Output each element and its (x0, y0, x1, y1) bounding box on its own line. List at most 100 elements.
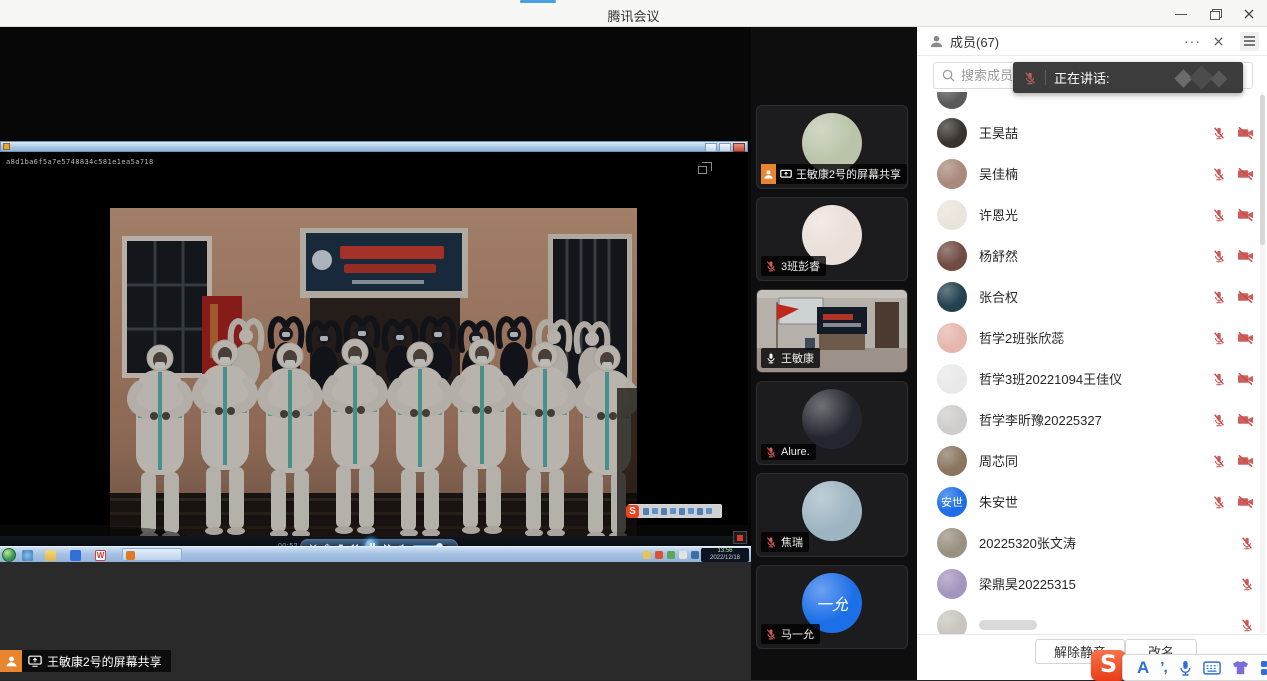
share-banner: 王敏康2号的屏幕共享 (0, 650, 171, 672)
screen-share-view: a8d1ba6f5a7e5748834c581e1ea5a718 (0, 27, 751, 680)
members-title: 成员(67) (950, 32, 999, 51)
app-titlebar: 腾讯会议 (0, 0, 1267, 27)
mic-muted-icon (1212, 331, 1226, 345)
members-icon (929, 34, 944, 49)
ime-letter-icon[interactable]: A (1137, 658, 1149, 678)
panel-menu-button[interactable] (1240, 32, 1259, 51)
screen-share-icon (28, 655, 42, 667)
sogou-logo-icon[interactable]: S (1091, 650, 1126, 681)
participant-strip: 王敏康2号的屏幕共享 3班彭睿 (751, 27, 917, 680)
member-list: 王昊喆 吴佳楠 许恩光 杨舒然 张合权 (917, 92, 1267, 634)
member-avatar (937, 323, 967, 353)
active-task-button (122, 548, 182, 561)
mic-muted-icon (1212, 208, 1226, 222)
player-minimize-button[interactable] (705, 143, 717, 152)
camera-muted-icon (1237, 167, 1254, 181)
member-row[interactable]: 安世 朱安世 (917, 481, 1267, 522)
member-avatar (937, 569, 967, 599)
shared-taskbar: W 13:56 2022/12/18 (0, 546, 751, 562)
mic-muted-icon (765, 536, 777, 548)
member-row[interactable]: 王昊喆 (917, 112, 1267, 153)
system-tray (643, 551, 699, 559)
mic-muted-icon (765, 628, 777, 640)
member-row[interactable]: 20225320张文涛 (917, 522, 1267, 563)
restore-button[interactable] (1209, 8, 1221, 20)
member-row[interactable]: 哲学3班20221094王佳仪 (917, 358, 1267, 399)
mic-muted-icon (1023, 71, 1037, 85)
member-name: 梁鼎昊20225315 (979, 574, 1076, 593)
mic-muted-icon (1240, 536, 1254, 550)
mic-muted-icon (1212, 372, 1226, 386)
mic-muted-icon (1212, 249, 1226, 263)
member-row[interactable]: 吴佳楠 (917, 153, 1267, 194)
player-body: a8d1ba6f5a7e5748834c581e1ea5a718 (0, 152, 748, 525)
minimize-button[interactable] (1175, 8, 1187, 20)
more-button[interactable]: ··· (1184, 33, 1201, 49)
presenter-badge-icon (761, 164, 776, 184)
player-app-icon (3, 143, 10, 150)
panel-close-button[interactable] (1213, 36, 1224, 47)
participant-name: 王敏康 (781, 350, 814, 366)
ime-keyboard-icon[interactable] (1203, 661, 1221, 675)
mic-muted-icon (765, 446, 777, 458)
folder-icon (45, 550, 56, 561)
member-avatar (937, 282, 967, 312)
members-header: 成员(67) ··· (917, 27, 1267, 56)
participant-thumbnail[interactable]: 焦瑞 (756, 473, 908, 557)
mic-on-icon (765, 352, 777, 364)
member-name: 周芯同 (979, 451, 1018, 470)
member-avatar (937, 241, 967, 271)
member-row[interactable]: 周芯同 (917, 440, 1267, 481)
participant-thumbnail[interactable]: 王敏康 (756, 289, 908, 373)
fullscreen-icon[interactable] (702, 162, 712, 171)
camera-muted-icon (1237, 290, 1254, 304)
app-title: 腾讯会议 (0, 6, 1267, 25)
search-icon (942, 69, 955, 82)
ime-skin-icon[interactable] (1232, 660, 1249, 675)
mic-muted-icon (1212, 413, 1226, 427)
speaking-label: 正在讲话: (1054, 68, 1110, 87)
mic-muted-icon (1212, 495, 1226, 509)
member-name: 20225320张文涛 (979, 533, 1076, 552)
player-close-button[interactable] (733, 143, 745, 152)
presenter-badge-icon (0, 650, 22, 672)
ime-mic-icon[interactable] (1178, 660, 1192, 676)
participant-name: Alure. (781, 446, 810, 458)
member-avatar (937, 364, 967, 394)
browser-icon (22, 550, 33, 561)
player-maximize-button[interactable] (719, 143, 731, 152)
member-row[interactable]: 哲学李昕豫20225327 (917, 399, 1267, 440)
screen-share-icon (780, 169, 792, 180)
member-name: 哲学李昕豫20225327 (979, 410, 1102, 429)
start-button-icon (2, 548, 16, 562)
camera-muted-icon (1237, 495, 1254, 509)
member-row[interactable]: 哲学2班张欣蕊 (917, 317, 1267, 358)
scrollbar[interactable] (1260, 93, 1265, 633)
members-panel: 成员(67) ··· 正在讲话: 王昊喆 吴佳楠 (917, 27, 1267, 680)
participant-thumbnail[interactable]: 一允 马一允 (756, 565, 908, 649)
participant-thumbnail[interactable]: 王敏康2号的屏幕共享 (756, 105, 908, 189)
member-row[interactable]: 杨舒然 (917, 235, 1267, 276)
member-row[interactable]: 许恩光 (917, 194, 1267, 235)
close-icon (1213, 36, 1224, 47)
ime-toolbox-icon[interactable] (1260, 660, 1267, 676)
share-banner-text: 王敏康2号的屏幕共享 (47, 653, 162, 670)
participant-avatar (802, 389, 862, 449)
member-row[interactable]: 张合权 (917, 276, 1267, 317)
participant-thumbnail[interactable]: Alure. (756, 381, 908, 465)
shared-video-scene (110, 208, 637, 558)
speaking-tooltip: 正在讲话: (1013, 62, 1243, 93)
media-player-window: a8d1ba6f5a7e5748834c581e1ea5a718 (0, 141, 748, 546)
close-button[interactable] (1243, 8, 1255, 20)
camera-muted-icon (1237, 372, 1254, 386)
member-avatar: 安世 (937, 487, 967, 517)
camera-muted-icon (1237, 413, 1254, 427)
ime-punctuation-icon[interactable]: ’, (1160, 659, 1166, 676)
member-avatar (937, 528, 967, 558)
player-filename: a8d1ba6f5a7e5748834c581e1ea5a718 (6, 158, 154, 166)
member-row[interactable]: 梁鼎昊20225315 (917, 563, 1267, 604)
camera-muted-icon (1237, 208, 1254, 222)
participant-thumbnail[interactable]: 3班彭睿 (756, 197, 908, 281)
member-row-partial (917, 92, 1267, 112)
mic-muted-icon (1212, 126, 1226, 140)
